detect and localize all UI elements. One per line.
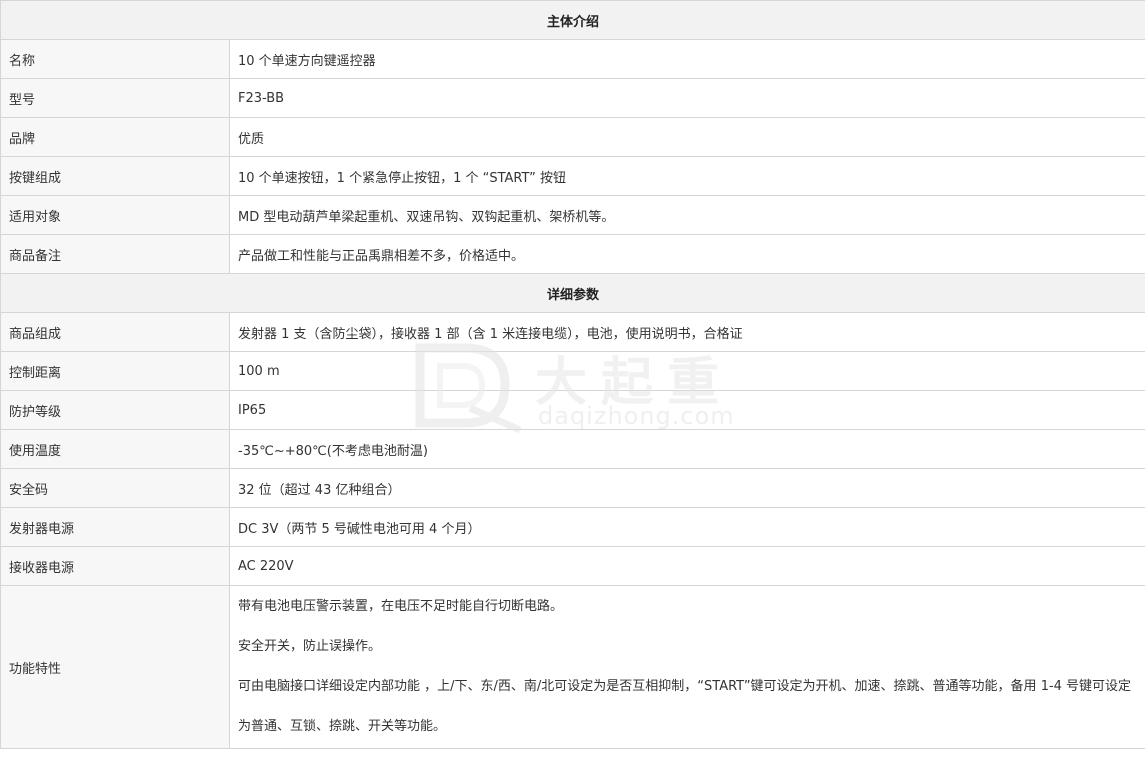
row-label: 发射器电源 (0, 507, 230, 547)
row-value: 优质 (228, 117, 1145, 157)
section-title: 主体介绍 (0, 0, 1145, 40)
row-value: AC 220V (228, 546, 1145, 586)
feature-line: 安全开关，防止误操作。 (238, 639, 382, 654)
row-value: 发射器 1 支（含防尘袋），接收器 1 部（含 1 米连接电缆），电池，使用说明… (228, 312, 1145, 352)
row-value: -35℃~+80℃(不考虑电池耐温) (228, 429, 1145, 469)
table-row: 按键组成 10 个单速按钮，1 个紧急停止按钮，1 个 “START” 按钮 (0, 156, 1145, 196)
row-label: 名称 (0, 39, 230, 79)
table-row: 安全码 32 位（超过 43 亿种组合） (0, 468, 1145, 508)
feature-line: 带有电池电压警示装置，在电压不足时能自行切断电路。 (238, 599, 564, 614)
row-label: 功能特性 (0, 585, 230, 749)
row-label: 使用温度 (0, 429, 230, 469)
table-row: 商品组成 发射器 1 支（含防尘袋），接收器 1 部（含 1 米连接电缆），电池… (0, 312, 1145, 352)
table-row: 品牌 优质 (0, 117, 1145, 157)
row-label: 型号 (0, 78, 230, 118)
table-row: 名称 10 个单速方向键遥控器 (0, 39, 1145, 79)
section-header-params: 详细参数 (0, 273, 1145, 313)
row-value: DC 3V（两节 5 号碱性电池可用 4 个月） (228, 507, 1145, 547)
row-label: 接收器电源 (0, 546, 230, 586)
table-row: 控制距离 100 m (0, 351, 1145, 391)
row-label: 商品组成 (0, 312, 230, 352)
row-label: 商品备注 (0, 234, 230, 274)
features-value: 带有电池电压警示装置，在电压不足时能自行切断电路。 安全开关，防止误操作。 可由… (228, 585, 1145, 749)
table-row: 型号 F23-BB (0, 78, 1145, 118)
row-value: F23-BB (228, 78, 1145, 118)
section-header-intro: 主体介绍 (0, 0, 1145, 40)
spec-table: 主体介绍 名称 10 个单速方向键遥控器 型号 F23-BB 品牌 优质 按键组… (0, 0, 1145, 749)
row-label: 控制距离 (0, 351, 230, 391)
feature-line: 可由电脑接口详细设定内部功能 ，上/下、东/西、南/北可设定为是否互相抑制，“S… (238, 679, 1132, 734)
row-value: 10 个单速方向键遥控器 (228, 39, 1145, 79)
table-row: 使用温度 -35℃~+80℃(不考虑电池耐温) (0, 429, 1145, 469)
row-label: 适用对象 (0, 195, 230, 235)
table-row: 商品备注 产品做工和性能与正品禹鼎相差不多，价格适中。 (0, 234, 1145, 274)
row-value: 产品做工和性能与正品禹鼎相差不多，价格适中。 (228, 234, 1145, 274)
table-row: 防护等级 IP65 (0, 390, 1145, 430)
table-row: 接收器电源 AC 220V (0, 546, 1145, 586)
row-value: IP65 (228, 390, 1145, 430)
row-value: MD 型电动葫芦单梁起重机、双速吊钩、双钩起重机、架桥机等。 (228, 195, 1145, 235)
table-row: 适用对象 MD 型电动葫芦单梁起重机、双速吊钩、双钩起重机、架桥机等。 (0, 195, 1145, 235)
row-value: 10 个单速按钮，1 个紧急停止按钮，1 个 “START” 按钮 (228, 156, 1145, 196)
row-label: 安全码 (0, 468, 230, 508)
row-value: 100 m (228, 351, 1145, 391)
table-row-features: 功能特性 带有电池电压警示装置，在电压不足时能自行切断电路。 安全开关，防止误操… (0, 585, 1145, 749)
row-label: 按键组成 (0, 156, 230, 196)
table-row: 发射器电源 DC 3V（两节 5 号碱性电池可用 4 个月） (0, 507, 1145, 547)
row-value: 32 位（超过 43 亿种组合） (228, 468, 1145, 508)
row-label: 防护等级 (0, 390, 230, 430)
row-label: 品牌 (0, 117, 230, 157)
section-title: 详细参数 (0, 273, 1145, 313)
